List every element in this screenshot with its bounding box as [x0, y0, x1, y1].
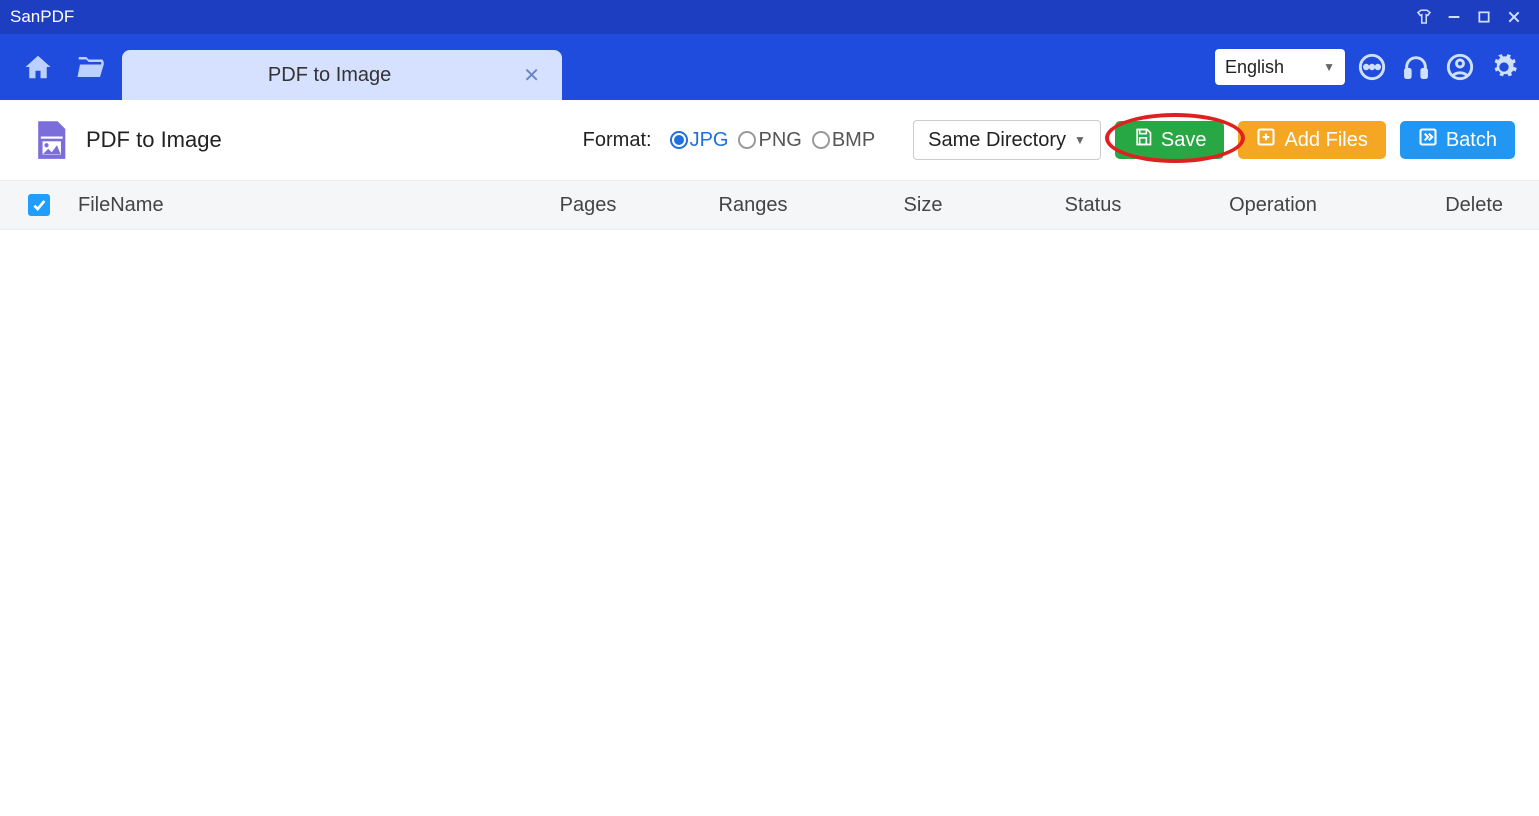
titlebar: SanPDF: [0, 0, 1539, 34]
tab-label: PDF to Image: [140, 64, 519, 87]
format-jpg-label: JPG: [690, 129, 729, 152]
save-button[interactable]: Save: [1115, 121, 1225, 159]
main-toolbar: PDF to Image ✕ English ▼: [0, 34, 1539, 100]
chevron-down-icon: ▼: [1323, 60, 1335, 74]
headphones-icon[interactable]: [1399, 50, 1433, 84]
format-radio-group: JPG PNG BMP: [670, 129, 882, 152]
action-row: PDF to Image Format: JPG PNG BMP Same Di…: [0, 100, 1539, 180]
chevron-down-icon: ▼: [1074, 133, 1086, 147]
batch-icon: [1418, 127, 1438, 153]
app-title: SanPDF: [10, 7, 74, 27]
language-select[interactable]: English ▼: [1215, 49, 1345, 85]
batch-button[interactable]: Batch: [1400, 121, 1515, 159]
chat-icon[interactable]: [1355, 50, 1389, 84]
gear-icon[interactable]: [1487, 50, 1521, 84]
directory-label: Same Directory: [928, 129, 1066, 152]
format-radio-png[interactable]: PNG: [738, 129, 801, 152]
close-button[interactable]: [1499, 2, 1529, 32]
minimize-button[interactable]: [1439, 2, 1469, 32]
plus-icon: [1256, 127, 1276, 153]
output-directory-dropdown[interactable]: Same Directory ▼: [913, 120, 1101, 160]
format-png-label: PNG: [758, 129, 801, 152]
select-all-checkbox[interactable]: [28, 194, 50, 216]
format-bmp-label: BMP: [832, 129, 875, 152]
tshirt-icon[interactable]: [1409, 2, 1439, 32]
format-radio-bmp[interactable]: BMP: [812, 129, 875, 152]
col-header-pages: Pages: [508, 194, 668, 217]
save-floppy-icon: [1133, 127, 1153, 153]
language-label: English: [1225, 57, 1284, 78]
content-area: PDF to Image Format: JPG PNG BMP Same Di…: [0, 100, 1539, 230]
col-header-size: Size: [838, 194, 1008, 217]
pdf-to-image-icon: [28, 118, 72, 162]
home-icon[interactable]: [18, 47, 58, 87]
tab-pdf-to-image[interactable]: PDF to Image ✕: [122, 50, 562, 100]
add-files-button[interactable]: Add Files: [1238, 121, 1385, 159]
save-label: Save: [1161, 129, 1207, 152]
maximize-button[interactable]: [1469, 2, 1499, 32]
col-header-delete: Delete: [1368, 194, 1511, 217]
col-header-ranges: Ranges: [668, 194, 838, 217]
col-header-status: Status: [1008, 194, 1178, 217]
open-folder-icon[interactable]: [70, 47, 110, 87]
format-label: Format:: [583, 129, 652, 152]
col-header-filename: FileName: [78, 194, 508, 217]
page-title: PDF to Image: [86, 127, 222, 153]
batch-label: Batch: [1446, 129, 1497, 152]
tab-close-icon[interactable]: ✕: [519, 63, 544, 88]
add-files-label: Add Files: [1284, 129, 1367, 152]
table-header-row: FileName Pages Ranges Size Status Operat…: [0, 180, 1539, 230]
col-header-operation: Operation: [1178, 194, 1368, 217]
format-radio-jpg[interactable]: JPG: [670, 129, 729, 152]
user-icon[interactable]: [1443, 50, 1477, 84]
